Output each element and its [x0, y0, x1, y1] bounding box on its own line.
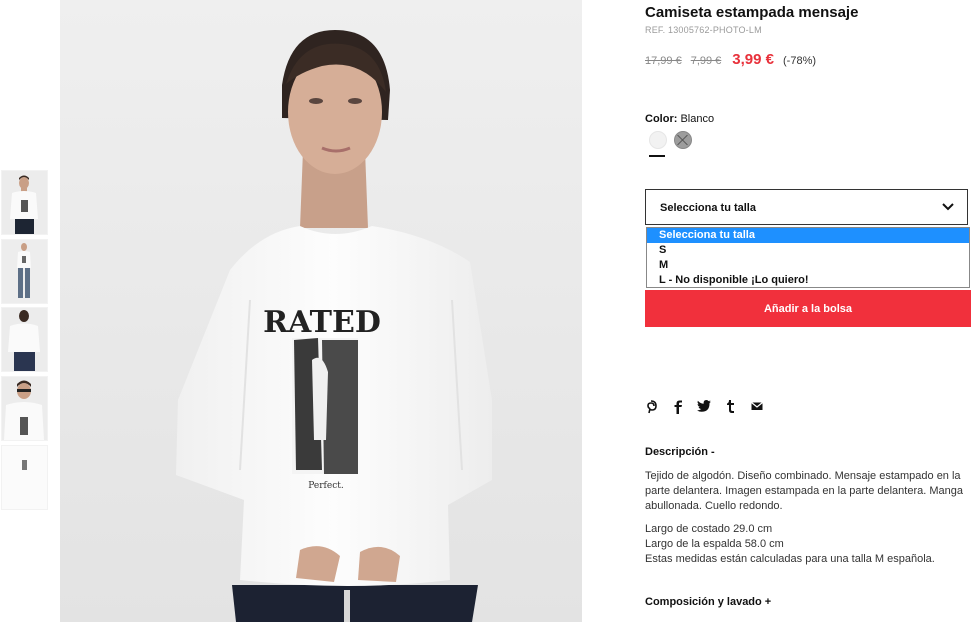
- size-option-s[interactable]: S: [647, 243, 969, 258]
- description-toggle[interactable]: Descripción -: [645, 446, 715, 458]
- size-select[interactable]: Selecciona tu talla: [645, 189, 968, 225]
- color-swatch-white[interactable]: [649, 131, 667, 149]
- measurements: Largo de costado 29.0 cm Largo de la esp…: [645, 522, 963, 567]
- add-to-bag-button[interactable]: Añadir a la bolsa: [645, 290, 971, 327]
- product-title: Camiseta estampada mensaje: [645, 4, 859, 21]
- color-value: Blanco: [680, 113, 715, 125]
- description-text: Tejido de algodón. Diseño combinado. Men…: [645, 470, 963, 512]
- measure-back-length: Largo de la espalda 58.0 cm: [645, 538, 784, 550]
- thumbnail-back[interactable]: [1, 307, 48, 372]
- product-reference: REF. 13005762-PHOTO-LM: [645, 25, 762, 35]
- twitter-icon[interactable]: [697, 400, 711, 416]
- composition-toggle[interactable]: Composición y lavado +: [645, 596, 771, 608]
- thumbnail-closeup[interactable]: [1, 376, 48, 441]
- product-main-image: RATED Perfect.: [60, 0, 582, 622]
- email-icon[interactable]: [751, 400, 763, 415]
- print-headline: RATED: [263, 305, 381, 340]
- color-label: Color:: [645, 113, 678, 125]
- price-current: 3,99 €: [732, 51, 775, 68]
- size-select-label: Selecciona tu talla: [660, 202, 756, 214]
- price-block: 17,99 € 7,99 € 3,99 € (-78%): [645, 51, 816, 69]
- thumbnail-detail[interactable]: [1, 445, 48, 510]
- size-option-l[interactable]: L - No disponible ¡Lo quiero!: [647, 273, 969, 288]
- measure-side-length: Largo de costado 29.0 cm: [645, 523, 773, 535]
- chevron-down-icon: [942, 203, 954, 211]
- thumbnail-full-body[interactable]: [1, 239, 48, 304]
- measure-note: Estas medidas están calculadas para una …: [645, 553, 935, 565]
- color-row: Color: Blanco: [645, 113, 714, 125]
- size-option-placeholder[interactable]: Selecciona tu talla: [647, 228, 969, 243]
- price-original: 17,99 €: [645, 55, 682, 67]
- size-dropdown-list: Selecciona tu talla S M L - No disponibl…: [646, 227, 970, 288]
- selected-swatch-indicator: [649, 155, 665, 157]
- tumblr-icon[interactable]: [726, 400, 735, 417]
- print-caption: Perfect.: [308, 481, 344, 491]
- discount-badge: (-78%): [783, 55, 817, 67]
- size-option-m[interactable]: M: [647, 258, 969, 273]
- facebook-icon[interactable]: [673, 400, 683, 418]
- thumbnail-front[interactable]: [1, 170, 48, 235]
- pinterest-icon[interactable]: [645, 400, 657, 418]
- price-previous: 7,99 €: [690, 55, 722, 67]
- color-swatch-unavailable[interactable]: [674, 131, 692, 149]
